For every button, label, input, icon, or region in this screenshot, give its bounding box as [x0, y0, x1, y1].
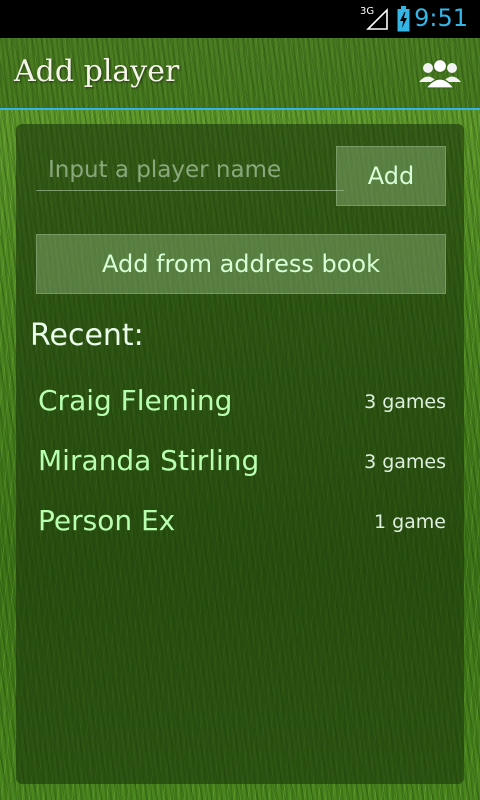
add-player-panel: Add Add from address book Recent: Craig …	[16, 124, 464, 784]
list-item[interactable]: Miranda Stirling 3 games	[28, 434, 454, 494]
add-from-address-book-button[interactable]: Add from address book	[36, 234, 446, 294]
game-count: 1 game	[373, 511, 446, 533]
list-item[interactable]: Craig Fleming 3 games	[28, 374, 454, 434]
game-count: 3 games	[364, 451, 446, 473]
page-title: Add player	[14, 54, 180, 89]
player-name: Craig Fleming	[38, 384, 233, 417]
recent-players-list: Craig Fleming 3 games Miranda Stirling 3…	[28, 374, 454, 554]
players-icon[interactable]	[418, 56, 462, 90]
game-count: 3 games	[364, 391, 446, 413]
signal-icon	[366, 8, 388, 30]
player-name: Person Ex	[38, 504, 176, 537]
add-button[interactable]: Add	[336, 146, 446, 206]
battery-charging-icon	[397, 6, 410, 32]
player-name-input[interactable]	[36, 150, 344, 191]
status-bar: 3G 9:51	[0, 0, 480, 38]
player-name: Miranda Stirling	[38, 444, 260, 477]
action-bar: Add player	[0, 38, 480, 110]
status-clock: 9:51	[414, 4, 468, 32]
recent-heading: Recent:	[30, 318, 144, 353]
list-item[interactable]: Person Ex 1 game	[28, 494, 454, 554]
